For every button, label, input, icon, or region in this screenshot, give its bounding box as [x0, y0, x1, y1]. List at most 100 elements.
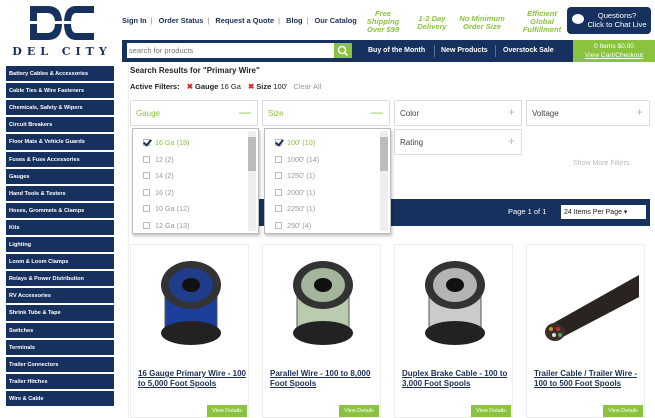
- search-input[interactable]: [127, 43, 334, 58]
- filter-gauge[interactable]: Gauge —: [130, 100, 258, 126]
- filter-rating[interactable]: Rating +: [394, 129, 522, 155]
- product-name-link[interactable]: Duplex Brake Cable - 100 to 3,000 Foot S…: [402, 369, 514, 389]
- filter-color[interactable]: Color +: [394, 100, 522, 126]
- expand-icon[interactable]: +: [508, 134, 515, 148]
- view-details-button[interactable]: View Details: [207, 405, 247, 417]
- sidebar-item[interactable]: Floor Mats & Vehicle Guards: [6, 134, 114, 151]
- checkbox[interactable]: [143, 155, 150, 163]
- checkbox[interactable]: [275, 139, 282, 146]
- filter-option[interactable]: 1000' (14): [275, 155, 319, 164]
- view-cart-link[interactable]: View Cart/Checkout: [573, 51, 655, 60]
- wire-spool-image[interactable]: [139, 255, 243, 355]
- results-title: Search Results for "Primary Wire": [130, 66, 260, 75]
- collapse-icon[interactable]: —: [239, 105, 251, 119]
- filter-option[interactable]: 100' (10): [275, 138, 315, 147]
- filter-size[interactable]: Size —: [262, 100, 390, 126]
- filter-option[interactable]: 12 (2): [143, 155, 174, 164]
- filter-option[interactable]: 2250' (1): [275, 204, 315, 213]
- checkbox[interactable]: [143, 172, 150, 179]
- promo-text: Order Size: [463, 22, 501, 31]
- items-per-page-select[interactable]: 24 Items Per Page ▾: [561, 205, 646, 219]
- product-name-link[interactable]: 16 Gauge Primary Wire - 100 to 5,000 Foo…: [138, 369, 250, 389]
- wire-spool-image[interactable]: [403, 255, 507, 355]
- expand-icon[interactable]: +: [636, 105, 643, 119]
- chat-live-button[interactable]: Questions? Click to Chat Live: [567, 7, 651, 34]
- nav-separator: [495, 45, 496, 57]
- sidebar-item[interactable]: Relays & Power Distribution: [6, 271, 114, 288]
- filter-option[interactable]: 12 Ga (13): [143, 221, 189, 230]
- sidebar-item[interactable]: RV Accessories: [6, 288, 114, 305]
- order-status-link[interactable]: Order Status: [159, 16, 204, 25]
- sidebar-item[interactable]: Trailer Hitches: [6, 373, 114, 390]
- sidebar-item[interactable]: Shrink Tube & Tape: [6, 305, 114, 322]
- product-card: Duplex Brake Cable - 100 to 3,000 Foot S…: [394, 244, 513, 418]
- del-city-logo[interactable]: DEL CITY: [0, 0, 124, 62]
- collapse-icon[interactable]: —: [371, 105, 383, 119]
- sidebar-item[interactable]: Hand Tools & Testers: [6, 185, 114, 202]
- request-quote-link[interactable]: Request a Quote: [215, 16, 274, 25]
- nav-buy-of-the-month[interactable]: Buy of the Month: [368, 47, 425, 54]
- filter-option[interactable]: 16 Ga (18): [143, 138, 189, 147]
- filter-option[interactable]: 250' (4): [275, 221, 311, 230]
- sidebar-item[interactable]: Hoses, Grommets & Clamps: [6, 202, 114, 219]
- view-details-button[interactable]: View Details: [471, 405, 511, 417]
- sidebar-item[interactable]: Cable Ties & Wire Fasteners: [6, 83, 114, 100]
- sidebar-item[interactable]: Fuses & Fuse Accessories: [6, 151, 114, 168]
- our-catalog-link[interactable]: Our Catalog: [315, 16, 357, 25]
- filter-option[interactable]: 1250' (1): [275, 171, 315, 180]
- product-name-link[interactable]: Trailer Cable / Trailer Wire - 100 to 50…: [534, 369, 646, 389]
- checkbox[interactable]: [143, 139, 150, 146]
- sidebar-item[interactable]: Chemicals, Safety & Wipers: [6, 100, 114, 117]
- filter-voltage[interactable]: Voltage +: [526, 100, 650, 126]
- nav-new-products[interactable]: New Products: [441, 47, 488, 54]
- sign-in-link[interactable]: Sign In: [122, 16, 147, 25]
- option-label: 1250' (1): [287, 171, 316, 180]
- promo-free-shipping: Free Shipping Over $99: [366, 10, 400, 34]
- sidebar-item[interactable]: Circuit Breakers: [6, 117, 114, 134]
- active-filter-name: Size: [256, 82, 272, 91]
- checkbox[interactable]: [143, 221, 150, 229]
- remove-gauge-filter-icon[interactable]: ✖: [187, 82, 193, 91]
- sidebar-item[interactable]: Loom & Loom Clamps: [6, 254, 114, 271]
- search-button[interactable]: [334, 43, 352, 58]
- remove-size-filter-icon[interactable]: ✖: [248, 82, 254, 91]
- filter-option[interactable]: 16 (2): [143, 188, 174, 197]
- checkbox[interactable]: [143, 205, 150, 212]
- logo-wordmark: DEL CITY: [12, 45, 112, 58]
- checkbox[interactable]: [143, 188, 150, 196]
- sidebar-item[interactable]: Terminals: [6, 339, 114, 356]
- page: DEL CITY Sign In | Order Status | Request …: [0, 0, 655, 418]
- wire-spool-image[interactable]: [271, 255, 375, 355]
- checkbox[interactable]: [275, 155, 282, 163]
- option-label: 12 (2): [155, 154, 174, 164]
- filter-option[interactable]: 2000' (1): [275, 188, 315, 197]
- sidebar-item[interactable]: Lighting: [6, 237, 114, 254]
- sidebar-item[interactable]: Wire & Cable: [6, 390, 114, 408]
- product-name-link[interactable]: Parallel Wire - 100 to 8,000 Foot Spools: [270, 369, 382, 389]
- view-details-button[interactable]: View Details: [339, 405, 379, 417]
- sidebar-item[interactable]: Battery Cables & Accessories: [6, 66, 114, 83]
- show-more-filters-link[interactable]: Show More Filters: [573, 160, 629, 167]
- sidebar-item[interactable]: Gauges: [6, 168, 114, 185]
- sidebar-item[interactable]: Trailer Connectors: [6, 356, 114, 373]
- trailer-cable-image[interactable]: [535, 255, 639, 355]
- scrollbar-thumb[interactable]: [248, 137, 256, 171]
- top-links: Sign In | Order Status | Request a Quote | …: [122, 16, 357, 25]
- checkbox[interactable]: [275, 205, 282, 212]
- filter-option[interactable]: 10 Ga (12): [143, 204, 189, 213]
- checkbox[interactable]: [275, 188, 282, 196]
- checkbox[interactable]: [275, 172, 282, 179]
- sidebar-item[interactable]: Kits: [6, 219, 114, 237]
- cart-button[interactable]: 0 Items $0.00 View Cart/Checkout: [573, 40, 655, 62]
- nav-overstock-sale[interactable]: Overstock Sale: [503, 47, 554, 54]
- scrollbar-thumb[interactable]: [380, 137, 388, 171]
- expand-icon[interactable]: +: [508, 105, 515, 119]
- blog-link[interactable]: Blog: [286, 16, 302, 25]
- active-filters: Active Filters: ✖ Gauge 16 Ga ✖ Size 100' …: [130, 82, 321, 91]
- view-details-button[interactable]: View Details: [603, 405, 643, 417]
- clear-all-link[interactable]: Clear All: [293, 82, 321, 91]
- sidebar-item[interactable]: Switches: [6, 322, 114, 339]
- filter-option[interactable]: 14 (2): [143, 171, 174, 180]
- filter-label: Rating: [400, 138, 424, 147]
- checkbox[interactable]: [275, 221, 282, 229]
